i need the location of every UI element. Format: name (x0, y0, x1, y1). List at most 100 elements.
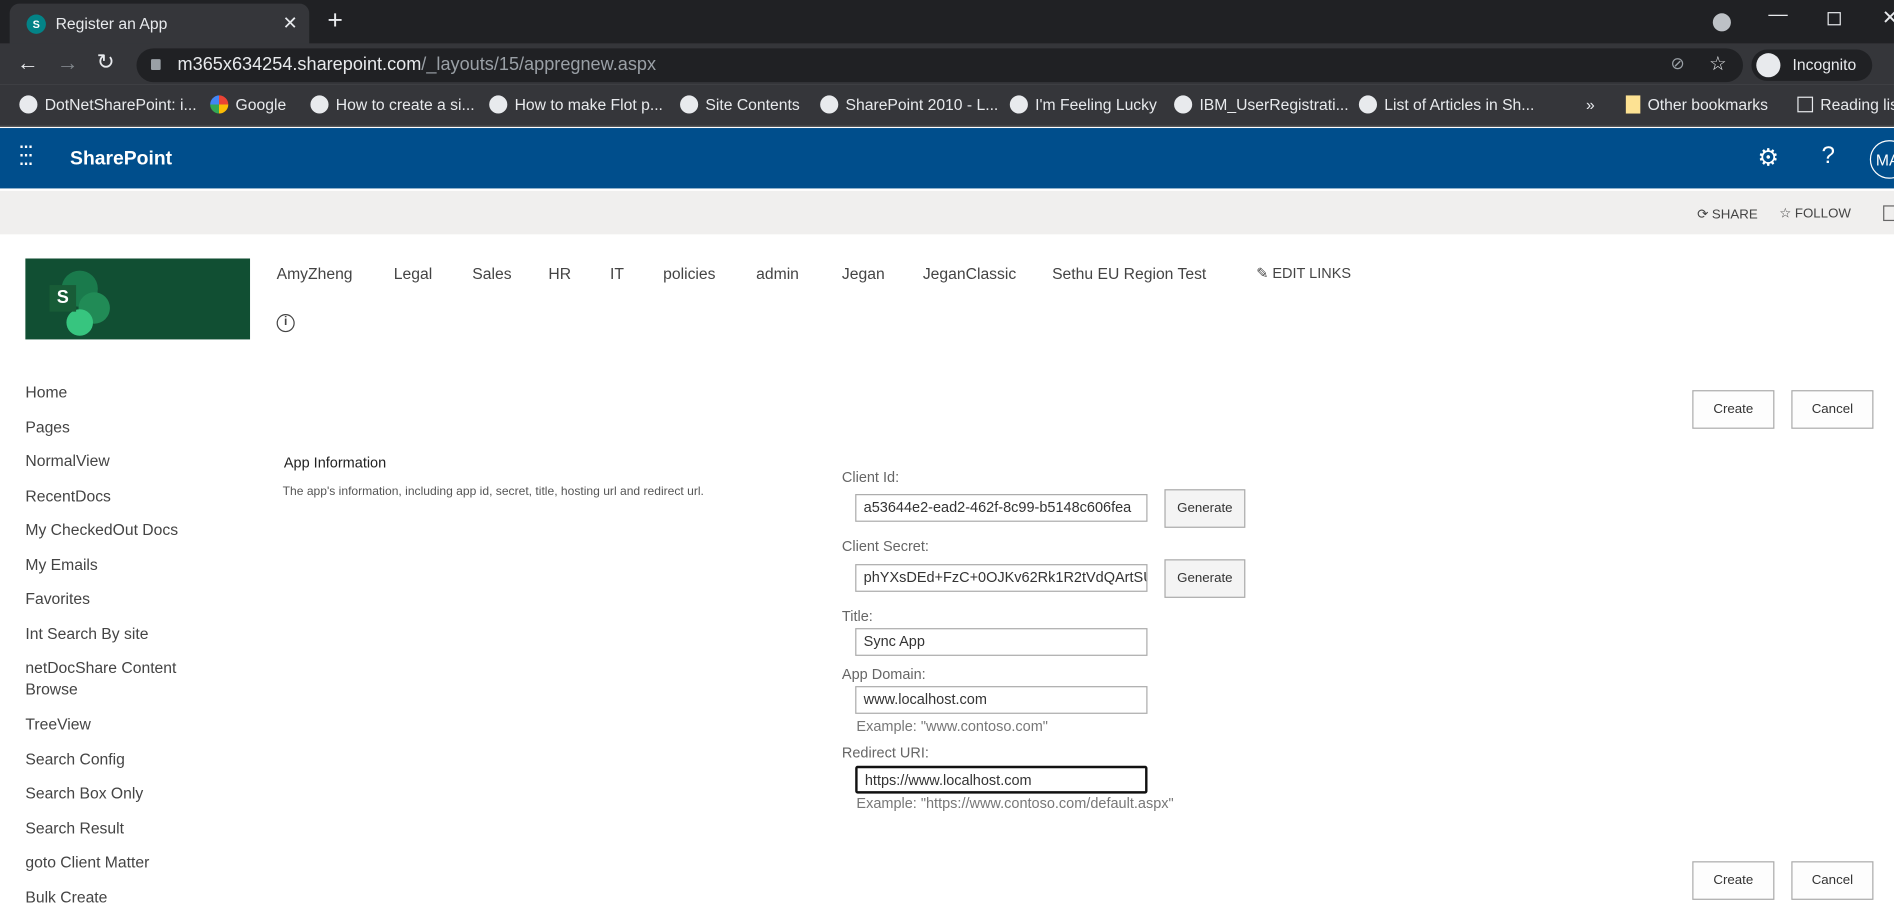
bookmark[interactable]: I'm Feeling Lucky (1009, 95, 1157, 114)
create-button-top[interactable]: Create (1692, 390, 1775, 429)
tracking-blocked-icon[interactable]: ⊘ (1671, 53, 1685, 74)
overflow-label: » (1585, 95, 1595, 114)
tab-search-icon[interactable] (1712, 13, 1731, 32)
leftnav-link[interactable]: My Emails (25, 554, 97, 576)
bookmark[interactable]: Google (210, 95, 286, 114)
restore-icon[interactable] (1827, 12, 1841, 26)
address-bar[interactable]: m365x634254.sharepoint.com/_layouts/15/a… (136, 48, 1743, 83)
leftnav-link[interactable]: RecentDocs (25, 486, 111, 508)
close-window-icon[interactable]: ✕ (1882, 6, 1894, 30)
bookmarks-bar: DotNetSharePoint: i... Google How to cre… (0, 84, 1894, 127)
section-title: App Information (283, 454, 387, 472)
bookmark-label: Site Contents (705, 95, 800, 114)
topnav-link[interactable]: Jegan (842, 265, 885, 283)
folder-icon (1625, 95, 1641, 114)
client-secret-input[interactable]: phYXsDEd+FzC+0OJKv62Rk1R2tVdQArtSU( (855, 564, 1148, 592)
generate-client-id-button[interactable]: Generate (1164, 489, 1246, 528)
bookmark[interactable]: Site Contents (680, 95, 800, 114)
edit-links-button[interactable]: ✎ EDIT LINKS (1256, 265, 1351, 282)
info-icon[interactable]: i (276, 314, 295, 333)
redirect-uri-label: Redirect URI: (841, 744, 929, 761)
topnav-link[interactable]: admin (756, 265, 799, 283)
leftnav-link[interactable]: My CheckedOut Docs (25, 519, 178, 541)
bookmark[interactable]: DotNetSharePoint: i... (19, 95, 197, 114)
client-id-input[interactable]: a53644e2-ead2-462f-8c99-b5148c606fea (855, 494, 1148, 522)
leftnav-link[interactable]: goto Client Matter (25, 852, 149, 874)
forward-icon[interactable]: → (57, 51, 79, 76)
url: m365x634254.sharepoint.com/_layouts/15/a… (178, 54, 656, 75)
tab-title: Register an App (55, 14, 168, 33)
topnav-link[interactable]: IT (610, 265, 624, 283)
help-icon[interactable]: ? (1822, 143, 1835, 171)
site-logo[interactable]: S (25, 258, 251, 340)
leftnav-link[interactable]: NormalView (25, 451, 109, 473)
cancel-button-bottom[interactable]: Cancel (1791, 861, 1874, 900)
profile-label: Incognito (1792, 55, 1857, 74)
leftnav-link[interactable]: Pages (25, 417, 70, 439)
minimize-icon[interactable]: — (1768, 5, 1787, 27)
section-description: The app's information, including app id,… (282, 485, 704, 499)
leftnav-link[interactable]: Int Search By site (25, 623, 148, 645)
incognito-badge[interactable]: Incognito (1751, 49, 1873, 81)
topnav-link[interactable]: Sethu EU Region Test (1052, 265, 1206, 283)
leftnav-link[interactable]: Search Box Only (25, 783, 143, 805)
menu-icon[interactable]: ⋮ (1886, 51, 1894, 75)
bookmarks-overflow[interactable]: » (1586, 95, 1595, 113)
back-icon[interactable]: ← (17, 51, 39, 76)
leftnav-link[interactable]: TreeView (25, 714, 90, 736)
bookmark[interactable]: How to create a si... (310, 95, 475, 114)
reading-list[interactable]: Reading list (1797, 95, 1894, 114)
topnav-link[interactable]: HR (548, 265, 571, 283)
leftnav-link[interactable]: netDocShare Content Browse (25, 657, 194, 700)
bookmark[interactable]: List of Articles in Sh... (1358, 95, 1534, 114)
lock-icon (150, 59, 161, 71)
app-domain-label: App Domain: (841, 665, 926, 683)
globe-icon (1009, 95, 1028, 114)
globe-icon (680, 95, 699, 114)
leftnav-link[interactable]: Favorites (25, 588, 90, 610)
globe-icon (19, 95, 38, 114)
close-tab-icon[interactable]: ✕ (283, 12, 298, 34)
title-label: Title: (841, 607, 873, 625)
suite-brand[interactable]: SharePoint (70, 149, 172, 171)
logo-s: S (49, 285, 77, 312)
browser-tab[interactable]: S Register an App ✕ (9, 3, 310, 44)
generate-client-secret-button[interactable]: Generate (1164, 559, 1246, 598)
bookmark[interactable]: IBM_UserRegistrati... (1174, 95, 1349, 114)
follow-label: FOLLOW (1794, 206, 1851, 222)
leftnav-link[interactable]: Bulk Create (25, 887, 107, 909)
other-bookmarks[interactable]: Other bookmarks (1625, 95, 1769, 114)
app-launcher-icon[interactable]: ⋅⋅⋅ ⋅⋅⋅ ⋅⋅⋅ (18, 136, 34, 175)
topnav-link[interactable]: policies (663, 265, 715, 283)
bookmark[interactable]: SharePoint 2010 - L... (820, 95, 998, 114)
url-host: m365x634254.sharepoint.com (177, 54, 422, 75)
bookmark-star-icon[interactable]: ☆ (1709, 52, 1726, 76)
globe-icon (310, 95, 329, 114)
suite-bar: ⋅⋅⋅⋅⋅⋅⋅⋅⋅ SharePoint ⚙ ? MA (0, 128, 1894, 189)
follow-button[interactable]: ☆ FOLLOW (1779, 205, 1851, 221)
bookmark-label: Other bookmarks (1647, 95, 1769, 114)
avatar[interactable]: MA (1869, 140, 1894, 179)
leftnav-link[interactable]: Search Config (25, 749, 125, 771)
redirect-uri-input[interactable]: https://www.localhost.com (855, 765, 1148, 794)
reload-icon[interactable]: ↻ (97, 50, 115, 75)
leftnav-link[interactable]: Home (25, 382, 67, 404)
app-domain-input[interactable]: www.localhost.com (855, 686, 1148, 714)
focus-content-icon[interactable] (1883, 205, 1894, 222)
leftnav-link[interactable]: Search Result (25, 818, 124, 840)
bookmark[interactable]: How to make Flot p... (489, 95, 663, 114)
logo-circle (66, 309, 94, 336)
share-button[interactable]: ⟳ SHARE (1697, 207, 1758, 222)
settings-gear-icon[interactable]: ⚙ (1757, 143, 1779, 173)
topnav-link[interactable]: AmyZheng (277, 265, 353, 283)
cancel-button-top[interactable]: Cancel (1791, 390, 1874, 429)
incognito-icon (1756, 53, 1781, 78)
topnav-link[interactable]: JeganClassic (923, 265, 1016, 283)
title-input[interactable]: Sync App (855, 628, 1148, 656)
reading-list-icon (1797, 96, 1814, 113)
create-button-bottom[interactable]: Create (1692, 861, 1775, 900)
topnav-link[interactable]: Sales (472, 265, 511, 283)
bookmark-label: How to make Flot p... (514, 95, 663, 114)
new-tab-icon[interactable]: + (327, 5, 343, 36)
topnav-link[interactable]: Legal (394, 265, 432, 283)
